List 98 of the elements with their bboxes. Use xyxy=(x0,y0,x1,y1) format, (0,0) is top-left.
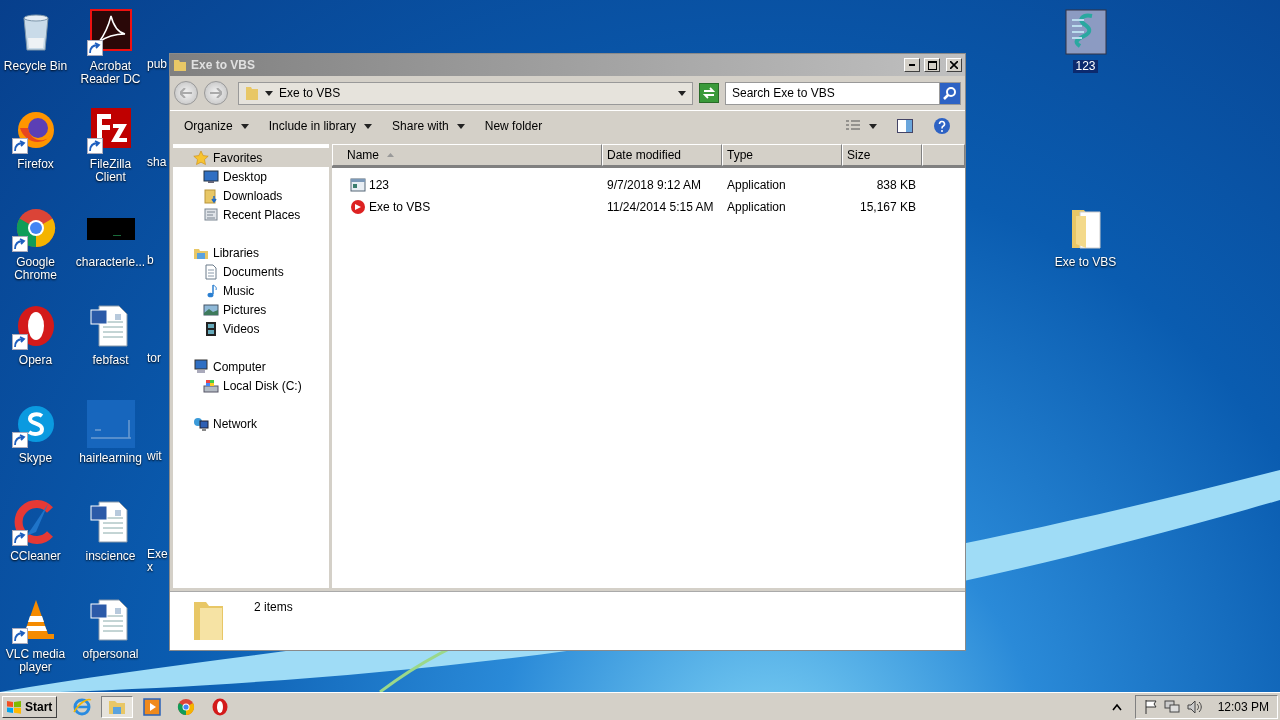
speaker-icon[interactable] xyxy=(1185,698,1202,715)
film-icon xyxy=(203,320,219,337)
icon-label[interactable]: wit xyxy=(147,450,169,463)
minimize-button[interactable] xyxy=(904,58,920,72)
dropdown-arrow-icon xyxy=(678,90,686,96)
hard-disk-icon xyxy=(203,377,219,394)
chrome-icon xyxy=(176,696,197,717)
blank-thumbnail-icon xyxy=(86,400,135,448)
icon-label[interactable]: Exe x xyxy=(147,548,169,574)
item-count: 2 items xyxy=(254,600,293,614)
file-name[interactable]: 123 xyxy=(369,178,390,192)
icon-label[interactable]: Exe to VBS xyxy=(1052,256,1119,269)
type-cell-text: Application xyxy=(726,178,787,192)
list-view-icon xyxy=(845,119,861,133)
icon-label[interactable]: 123 xyxy=(1073,60,1098,73)
icon-label[interactable]: inscience xyxy=(83,550,138,563)
address-bar[interactable]: Exe to VBS xyxy=(238,81,693,105)
play-badge-icon xyxy=(350,199,366,215)
icon-label[interactable]: Opera xyxy=(16,354,55,367)
nav-item[interactable]: Recent Places xyxy=(173,205,329,224)
chevron-up-icon xyxy=(1111,702,1122,711)
type-cell-text: Application xyxy=(726,200,787,214)
window-title: Exe to VBS xyxy=(191,58,257,72)
toolbar-button[interactable]: Share with xyxy=(382,115,475,137)
icon-label[interactable]: hairlearning xyxy=(77,452,144,465)
icon-label[interactable]: characterle... xyxy=(73,256,148,269)
picture-icon xyxy=(203,301,219,318)
start-button[interactable]: Start xyxy=(2,695,58,718)
close-button[interactable] xyxy=(946,58,962,72)
sort-arrow-icon xyxy=(387,153,394,157)
nav-item[interactable]: Videos xyxy=(173,319,329,338)
nav-item[interactable]: Desktop xyxy=(173,167,329,186)
monitor-icon xyxy=(203,168,219,185)
close-icon xyxy=(950,61,958,69)
dropdown-arrow-icon xyxy=(265,90,273,96)
maximize-button[interactable] xyxy=(924,58,940,72)
column-header[interactable]: Date modified xyxy=(602,144,722,166)
toolbar-button[interactable]: New folder xyxy=(474,115,553,137)
minimize-icon xyxy=(909,64,915,66)
icon-label[interactable]: FileZilla Client xyxy=(73,158,148,184)
document-icon xyxy=(203,263,219,280)
flag-icon[interactable] xyxy=(1143,698,1158,715)
icon-label[interactable]: Skype xyxy=(16,452,55,465)
icon-label[interactable]: sha xyxy=(147,156,169,169)
column-header[interactable]: Name xyxy=(332,144,602,166)
nav-item[interactable]: Favorites xyxy=(173,148,329,167)
icon-label[interactable]: b xyxy=(147,254,169,267)
nav-item[interactable]: Downloads xyxy=(173,186,329,205)
nav-item[interactable]: Computer xyxy=(173,357,329,376)
date-cell-text: 11/24/2014 5:15 AM xyxy=(606,200,715,214)
nav-item[interactable]: Documents xyxy=(173,262,329,281)
recent-places-icon xyxy=(203,206,219,223)
folder-icon xyxy=(245,85,259,101)
icon-label[interactable]: Acrobat Reader DC xyxy=(73,60,148,86)
forward-arrow-icon xyxy=(210,88,222,98)
icon-label[interactable]: tor xyxy=(147,352,169,365)
nav-item[interactable]: Local Disk (C:) xyxy=(173,376,329,395)
search-button[interactable] xyxy=(939,81,961,105)
maximize-icon xyxy=(927,60,937,70)
folder-icon xyxy=(173,58,187,72)
search-icon xyxy=(943,86,957,100)
star-icon xyxy=(193,149,209,166)
nav-item[interactable]: Pictures xyxy=(173,300,329,319)
icon-label[interactable]: febfast xyxy=(90,354,131,367)
nav-item[interactable]: Music xyxy=(173,281,329,300)
nav-item[interactable]: Network xyxy=(173,414,329,433)
column-header[interactable]: Type xyxy=(722,144,842,166)
browser-e-icon xyxy=(72,696,93,717)
network-icon xyxy=(193,415,209,432)
help-icon xyxy=(933,117,951,135)
play-button-icon xyxy=(142,696,163,717)
preview-pane-icon xyxy=(897,119,913,133)
icon-label[interactable]: VLC media player xyxy=(0,648,73,674)
icon-label[interactable]: CCleaner xyxy=(8,550,63,563)
dropdown-arrow-icon xyxy=(869,123,877,129)
nav-item[interactable]: Libraries xyxy=(173,243,329,262)
back-arrow-icon xyxy=(180,88,192,98)
icon-label[interactable]: Google Chrome xyxy=(0,256,73,282)
refresh-icon xyxy=(702,87,716,99)
icon-label[interactable]: Recycle Bin xyxy=(1,60,70,73)
toolbar-button[interactable]: Organize xyxy=(174,115,259,137)
toolbar-button[interactable]: Include in library xyxy=(258,115,383,137)
refresh-button[interactable] xyxy=(699,83,719,103)
size-cell-text: 838 KB xyxy=(875,178,917,192)
icon-label[interactable]: ofpersonal xyxy=(80,648,141,661)
size-cell-text: 15,167 KB xyxy=(858,200,917,214)
computer-icon xyxy=(193,358,209,375)
taskbar-app-button[interactable] xyxy=(101,695,134,718)
icon-label[interactable]: pub xyxy=(147,58,169,71)
column-header[interactable]: Size xyxy=(842,144,922,166)
search-field[interactable]: Search Exe to VBS xyxy=(725,81,939,105)
date-cell-text: 9/7/2018 9:12 AM xyxy=(606,178,703,192)
network-icon[interactable] xyxy=(1163,698,1180,715)
windows-logo-icon xyxy=(5,698,23,715)
icon-label[interactable]: Firefox xyxy=(15,158,56,171)
window-app-icon xyxy=(350,177,366,193)
download-folder-icon xyxy=(203,187,219,204)
file-name[interactable]: Exe to VBS xyxy=(369,200,431,214)
